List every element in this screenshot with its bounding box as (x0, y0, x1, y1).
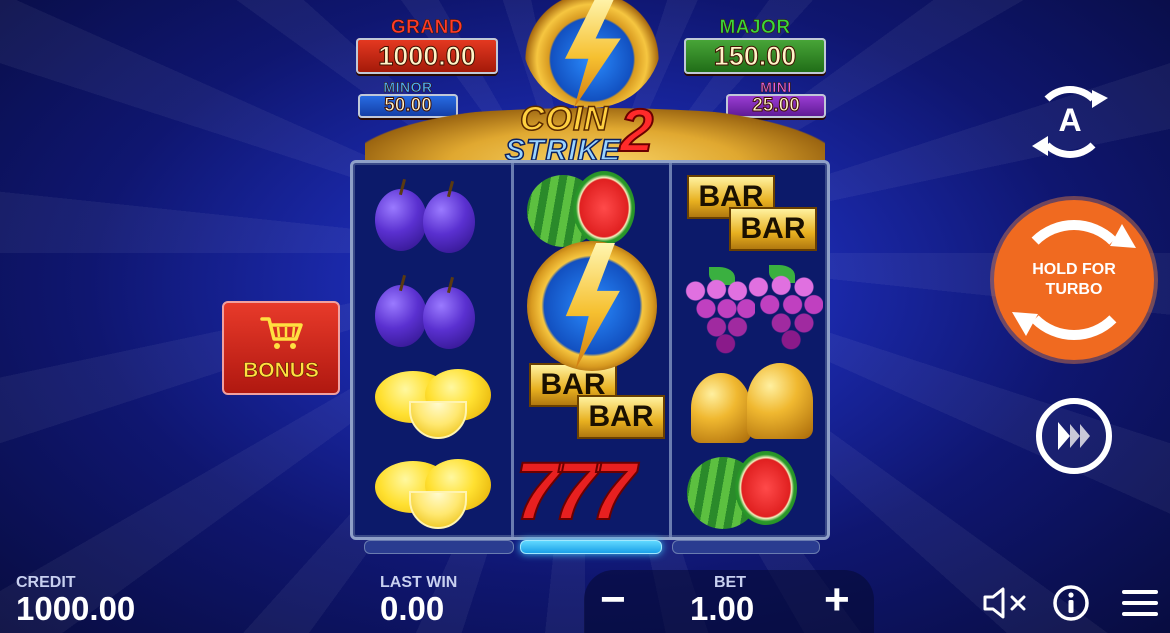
jackpot-major: MAJOR 150.00 (684, 17, 826, 74)
jackpot-mini: MINI 25.00 (726, 80, 826, 118)
spin-button[interactable]: HOLD FOR TURBO (994, 200, 1154, 360)
symbol-grapes (679, 261, 829, 355)
bet-value: 1.00 (690, 590, 755, 627)
bonus-label: BONUS (243, 359, 319, 383)
bar-label: BAR (577, 395, 665, 439)
jackpot-major-label: MAJOR (719, 17, 791, 38)
cart-icon (260, 317, 303, 349)
jackpot-major-value: 150.00 (684, 38, 826, 74)
last-win-value: 0.00 (380, 590, 445, 627)
turbo-button[interactable] (1036, 398, 1112, 474)
bet-decrease-button[interactable]: − (600, 578, 626, 622)
reel-indicator-1 (364, 540, 514, 554)
credit-value: 1000.00 (16, 590, 136, 627)
spin-label: HOLD FOR TURBO (994, 260, 1154, 300)
reel-window: BAR BAR 777 BAR BAR (350, 160, 830, 540)
autoplay-letter: A (1058, 102, 1082, 138)
logo-number: 2 (619, 96, 654, 165)
seven-label: 777 (514, 445, 637, 538)
spin-label-line1: HOLD FOR (1032, 261, 1116, 278)
bet-increase-button[interactable]: + (824, 578, 850, 622)
hamburger-icon (1122, 590, 1158, 616)
symbol-bell (685, 357, 835, 447)
symbol-bar: BAR BAR (683, 173, 833, 263)
symbol-lemon (365, 365, 515, 455)
menu-button[interactable] (1120, 586, 1160, 625)
jackpot-grand-value: 1000.00 (356, 38, 498, 74)
reel-indicator-2 (520, 540, 662, 554)
spin-label-line2: TURBO (1045, 281, 1103, 298)
info-button[interactable] (1052, 584, 1090, 627)
jackpot-grand: GRAND 1000.00 (356, 17, 498, 74)
symbol-seven: 777 (514, 445, 665, 538)
symbol-lightning-coin (523, 241, 673, 381)
symbol-lemon (365, 455, 515, 545)
symbol-plum (365, 181, 515, 271)
sound-button[interactable] (982, 586, 1028, 625)
jackpot-minor: MINOR 50.00 (358, 80, 458, 118)
info-icon (1053, 585, 1089, 621)
bar-label: BAR (729, 207, 817, 251)
symbol-watermelon (683, 447, 833, 537)
jackpot-mini-label: MINI (760, 79, 792, 95)
speaker-muted-icon (983, 587, 1026, 619)
jackpot-minor-label: MINOR (383, 79, 433, 95)
bonus-buy-button[interactable]: BONUS (222, 301, 340, 395)
jackpot-grand-label: GRAND (390, 17, 464, 38)
reel-indicator-3 (672, 540, 820, 554)
symbol-plum (365, 277, 515, 367)
autoplay-button[interactable]: A (1030, 84, 1116, 162)
reel-indicators (360, 540, 820, 554)
fast-forward-icon (1058, 422, 1090, 450)
